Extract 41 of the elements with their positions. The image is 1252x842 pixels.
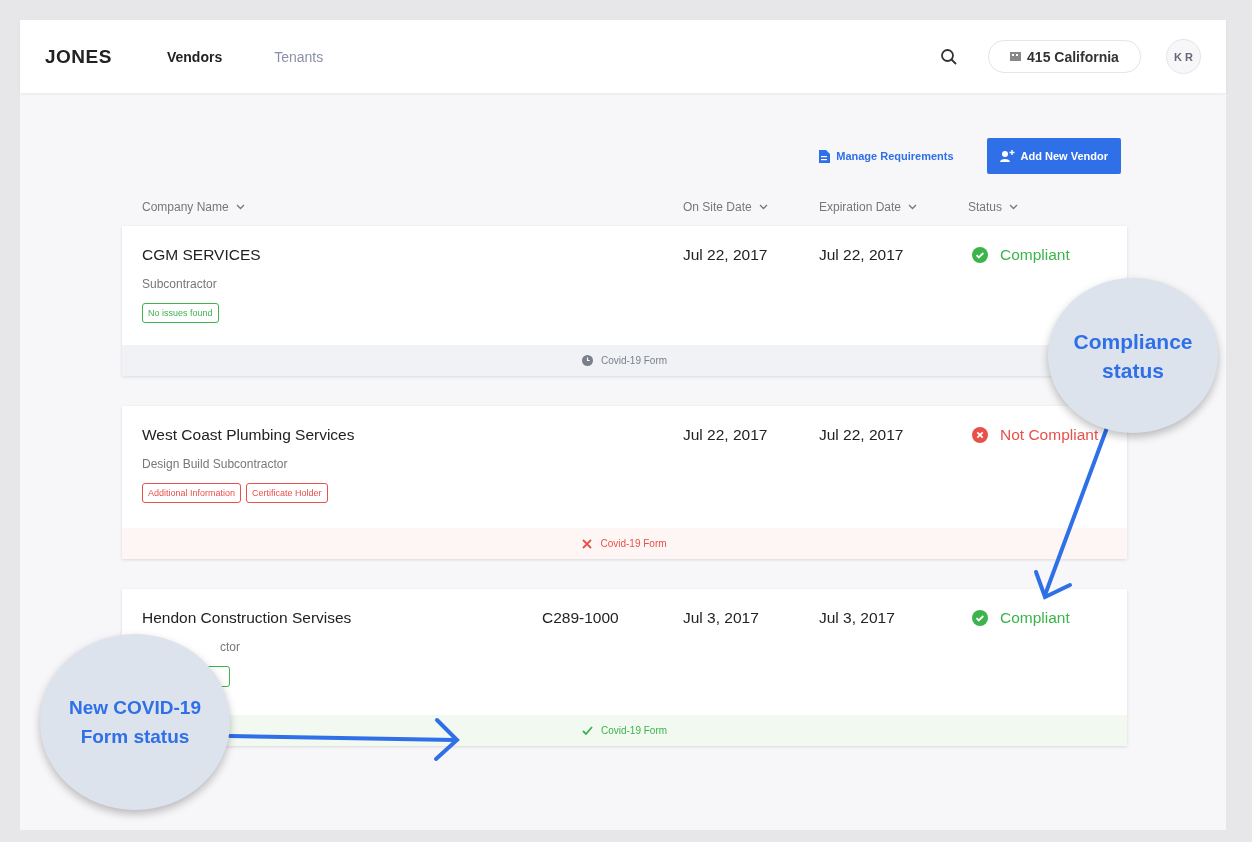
chevron-down-icon bbox=[235, 204, 245, 210]
vendor-type: Subcontractor bbox=[142, 277, 218, 291]
document-icon bbox=[819, 149, 831, 163]
check-icon bbox=[581, 726, 593, 735]
issue-tag: Certificate Holder bbox=[246, 483, 328, 503]
clock-icon bbox=[581, 355, 593, 366]
status-label: Compliant bbox=[1000, 609, 1070, 627]
covid-form-bar: Covid-19 Form bbox=[122, 528, 1127, 559]
expiration-date: Jul 3, 2017 bbox=[819, 609, 896, 627]
add-user-icon bbox=[999, 150, 1015, 162]
add-vendor-button[interactable]: Add New Vendor bbox=[986, 138, 1121, 174]
vendor-name: West Coast Plumbing Services bbox=[142, 426, 356, 444]
vendor-name: Hendon Construction Servises bbox=[142, 609, 353, 627]
building-icon bbox=[1010, 52, 1022, 61]
vendor-type: ctor bbox=[219, 640, 241, 654]
cross-icon bbox=[582, 538, 593, 549]
search-icon[interactable] bbox=[940, 47, 958, 66]
column-header[interactable]: Company Name bbox=[142, 200, 245, 214]
expiration-date: Jul 22, 2017 bbox=[819, 426, 905, 444]
user-avatar[interactable]: K R bbox=[1166, 39, 1201, 74]
on-site-date: Jul 22, 2017 bbox=[683, 246, 769, 264]
on-site-date: Jul 22, 2017 bbox=[683, 426, 769, 444]
column-header[interactable]: On Site Date bbox=[683, 200, 768, 214]
status-label: Compliant bbox=[1000, 246, 1070, 264]
chevron-down-icon bbox=[758, 204, 768, 210]
column-header[interactable]: Expiration Date bbox=[819, 200, 918, 214]
nav-tab[interactable]: Vendors bbox=[166, 48, 223, 65]
on-site-date: Jul 3, 2017 bbox=[683, 609, 760, 627]
manage-requirements-link[interactable]: Manage Requirements bbox=[819, 149, 954, 163]
chevron-down-icon bbox=[1009, 204, 1019, 210]
chevron-down-icon bbox=[908, 204, 918, 210]
nav-tab[interactable]: Tenants bbox=[274, 48, 324, 65]
vendor-name: CGM SERVICES bbox=[142, 246, 262, 264]
vendor-type: Design Build Subcontractor bbox=[142, 457, 289, 471]
vendor-code: C289-1000 bbox=[542, 609, 619, 626]
issue-tag: No issues found bbox=[142, 303, 219, 323]
column-header[interactable]: Status bbox=[968, 200, 1019, 214]
property-selector[interactable]: 415 California bbox=[988, 40, 1141, 73]
issue-tag: Additional Information bbox=[142, 483, 242, 503]
expiration-date: Jul 22, 2017 bbox=[819, 246, 905, 264]
logo: JONES bbox=[45, 45, 112, 68]
